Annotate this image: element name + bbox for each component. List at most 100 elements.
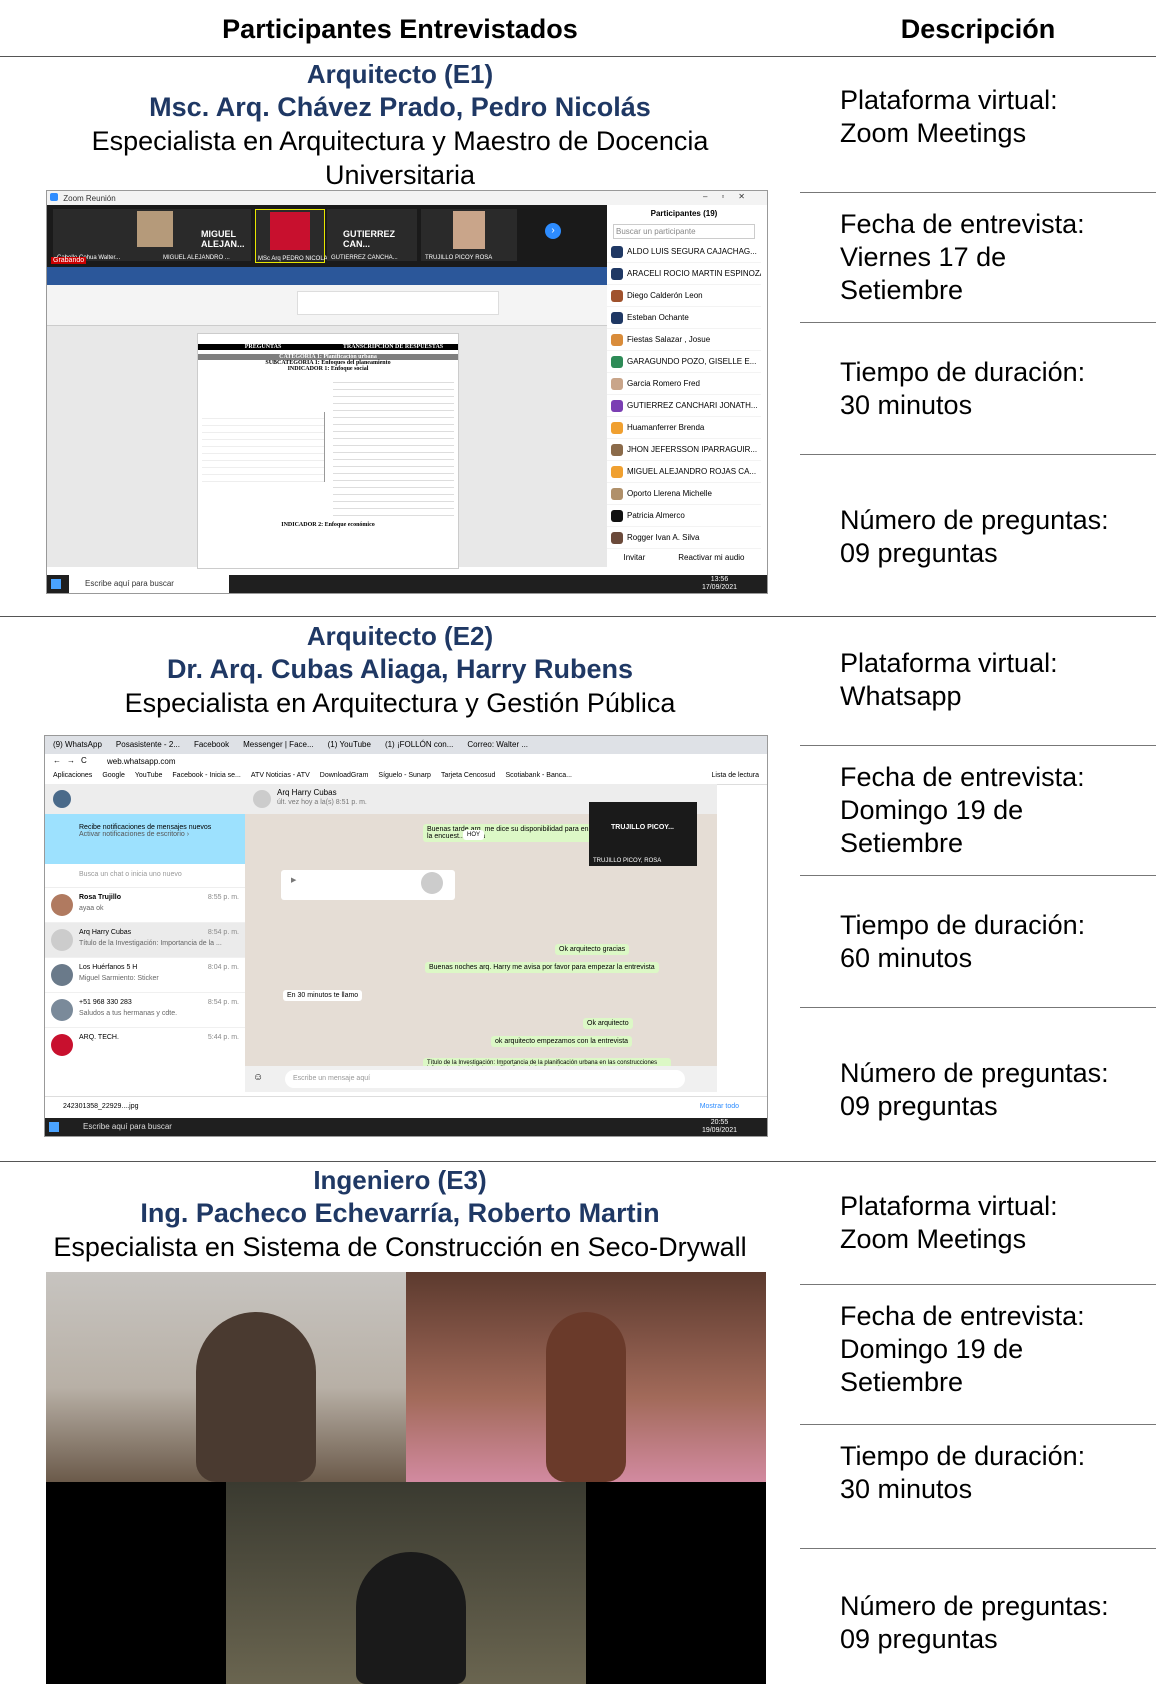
windows-start-icon[interactable] (49, 1122, 59, 1132)
browser-tab[interactable]: (1) YouTube (328, 740, 371, 749)
video-call-overlay[interactable]: TRUJILLO PICOY... TRUJILLO PICOY, ROSA (589, 802, 697, 866)
last-seen: últ. vez hoy a la(s) 8:51 p. m. (277, 799, 367, 806)
participant-search[interactable]: Buscar un participante (613, 224, 755, 239)
participant-item[interactable]: Oporto Llerena Michelle (607, 483, 761, 505)
bookmark[interactable]: Aplicaciones (53, 772, 92, 779)
participant-item[interactable]: MIGUEL ALEJANDRO ROJAS CA... (607, 461, 761, 483)
bookmark[interactable]: Google (102, 772, 125, 779)
date-label: Fecha de entrevista: (840, 1301, 1085, 1331)
participant-item[interactable]: GUTIERREZ CANCHARI JONATH... (607, 395, 761, 417)
browser-tab[interactable]: Correo: Walter ... (467, 740, 528, 749)
chat-item[interactable]: Los Huérfanos 5 H Miguel Sarmiento: Stic… (45, 958, 245, 993)
participant-name: Ing. Pacheco Echevarría, Roberto Martin (140, 1198, 660, 1228)
download-item[interactable]: 242301358_22929....jpg (63, 1103, 139, 1110)
questions-value: 09 preguntas (840, 538, 998, 568)
notification-banner[interactable]: Recibe notificaciones de mensajes nuevos… (45, 814, 245, 864)
date-cell: Fecha de entrevista: Domingo 19 de Setie… (840, 761, 1140, 860)
table-header: Participantes Entrevistados Descripción (0, 0, 1156, 56)
taskbar-search[interactable]: Escribe aquí para buscar (69, 575, 229, 593)
participant-item[interactable]: JHON JEFERSSON IPARRAGUIR... (607, 439, 761, 461)
tile-sub: TRUJILLO PICOY ROSA (425, 255, 493, 261)
browser-tab[interactable]: Posasistente - 2... (116, 740, 180, 749)
browser-tab[interactable]: Messenger | Face... (243, 740, 314, 749)
participant-item[interactable]: Huamanferrer Brenda (607, 417, 761, 439)
interview-row-e1: Arquitecto (E1) Msc. Arq. Chávez Prado, … (0, 56, 1156, 616)
participant-item[interactable]: Fiestas Salazar , Josue (607, 329, 761, 351)
chat-item[interactable]: ARQ. TECH. 5:44 p. m. (45, 1028, 245, 1062)
avatar (611, 267, 623, 280)
url-text[interactable]: web.whatsapp.com (107, 757, 175, 766)
play-icon[interactable]: ▶ (291, 876, 296, 884)
video-tile: TRUJILLO PICOY ROSA (421, 209, 517, 261)
bookmark[interactable]: Síguelo - Sunarp (378, 772, 431, 779)
word-ribbon: Grabando (47, 257, 607, 285)
person-silhouette (356, 1552, 466, 1684)
browser-tab[interactable]: (9) WhatsApp (53, 740, 102, 749)
university-logo (270, 212, 310, 250)
date-chip: HOY (463, 830, 485, 840)
participant-item[interactable]: GARAGUNDO POZO, GISELLE E... (607, 351, 761, 373)
questions-cell: Número de preguntas: 09 preguntas (840, 1590, 1140, 1656)
bookmark[interactable]: YouTube (135, 772, 163, 779)
message-bubble: Ok arquitecto gracias (555, 944, 630, 955)
voice-message[interactable]: ▶ (281, 870, 455, 900)
date-cell: Fecha de entrevista: Viernes 17 de Setie… (840, 208, 1140, 307)
emoji-icon[interactable]: ☺ (253, 1072, 263, 1083)
message-input[interactable]: Escribe un mensaje aquí (285, 1070, 685, 1088)
invite-button[interactable]: Invitar (623, 553, 645, 562)
interview-row-e3: Ingeniero (E3) Ing. Pacheco Echevarría, … (0, 1162, 1156, 1684)
video-tile-interviewer (46, 1272, 406, 1482)
panel-title: Participantes (19) (650, 209, 718, 218)
bookmark[interactable]: ATV Noticias - ATV (251, 772, 310, 779)
bookmark[interactable]: Facebook - Inicia se... (172, 772, 240, 779)
participant-item[interactable]: Esteban Ochante (607, 307, 761, 329)
unmute-button[interactable]: Reactivar mi audio (678, 553, 744, 562)
doc-question-text (202, 412, 325, 482)
duration-cell: Tiempo de duración: 30 minutos (840, 356, 1140, 422)
avatar (51, 894, 73, 916)
cell-divider (800, 745, 1156, 746)
browser-tab[interactable]: (1) ¡FOLLÓN con... (385, 740, 453, 749)
participant-item[interactable]: Garcia Romero Fred (607, 373, 761, 395)
participant-item[interactable]: Diego Calderón Leon (607, 285, 761, 307)
windows-start-icon[interactable] (51, 579, 61, 589)
browser-tab[interactable]: Facebook (194, 740, 229, 749)
chat-item[interactable]: +51 968 330 283 Saludos a tus hermanas y… (45, 993, 245, 1028)
show-all-button[interactable]: Mostrar todo (700, 1103, 739, 1110)
next-page-icon[interactable]: › (545, 223, 561, 239)
participant-item[interactable]: Patricia Almerco (607, 505, 761, 527)
participant-photo (453, 211, 485, 249)
window-controls[interactable]: –▫✕ (703, 192, 759, 201)
bookmark[interactable]: DownloadGram (320, 772, 369, 779)
chat-item[interactable]: Arq Harry Cubas Título de la Investigaci… (45, 923, 245, 958)
specialty-line: Especialista en Sistema de Construcción … (53, 1232, 747, 1262)
specialty-line: Especialista en Arquitectura y Maestro d… (91, 126, 709, 156)
duration-label: Tiempo de duración: (840, 1441, 1086, 1471)
styles-gallery[interactable] (297, 291, 499, 315)
address-bar[interactable]: ←→C web.whatsapp.com (45, 754, 767, 771)
avatar (611, 399, 623, 412)
avatar (611, 289, 623, 302)
bookmark[interactable]: Lista de lectura (712, 772, 759, 779)
participant-item[interactable]: ARACELI ROCIO MARTIN ESPINOZA (607, 263, 761, 285)
participant-item[interactable]: ALDO LUIS SEGURA CAJACHAG... (607, 241, 761, 263)
duration-value: 30 minutos (840, 390, 973, 420)
chat-item[interactable]: Rosa Trujillo ayaa ok 8:55 p. m. (45, 888, 245, 923)
bookmark[interactable]: Scotiabank - Banca... (505, 772, 572, 779)
bookmark[interactable]: Tarjeta Cencosud (441, 772, 495, 779)
participant-item[interactable]: Rogger Ivan A. Silva (607, 527, 761, 549)
nav-arrows-icon[interactable]: ←→C (53, 756, 93, 765)
avatar (51, 929, 73, 951)
message-bubble: En 30 minutos te llamo (283, 990, 363, 1001)
whatsapp-screenshot-e2: (9) WhatsApp Posasistente - 2... Faceboo… (44, 735, 768, 1137)
taskbar-search[interactable]: Escribe aquí para buscar (67, 1118, 227, 1136)
avatar (611, 465, 623, 478)
tile-name: GUTIERREZ CAN... (343, 229, 396, 249)
date-value: Domingo 19 de (840, 795, 1024, 825)
avatar[interactable] (53, 790, 71, 808)
chat-search-input[interactable]: Busca un chat o inicia uno nuevo (45, 864, 245, 888)
avatar (51, 999, 73, 1021)
person-silhouette (546, 1312, 626, 1482)
avatar (611, 377, 623, 390)
platform-cell: Plataforma virtual: Zoom Meetings (840, 84, 1140, 150)
